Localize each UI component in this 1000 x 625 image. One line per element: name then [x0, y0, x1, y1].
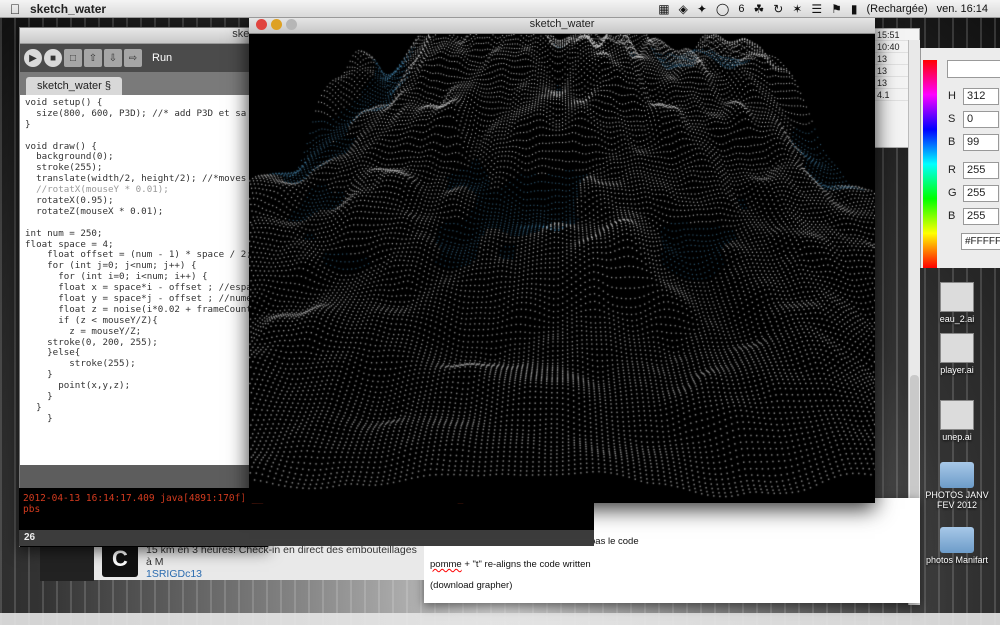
s-label: S	[948, 113, 956, 125]
open-file-icon[interactable]: ⇧	[84, 49, 102, 67]
line-number: 26	[19, 530, 594, 546]
ai-file-icon	[940, 282, 974, 312]
desktop-icon-file[interactable]: player.ai	[922, 333, 992, 375]
b-field[interactable]: 99	[963, 134, 999, 151]
editor-titlebar[interactable]: sketch	[20, 28, 268, 44]
menubar:  sketch_water ▦ ◈ ✦ ◯ 6 ☘ ↻ ✶ ☰ ⚑ ▮ (Re…	[0, 0, 1000, 18]
r-label: R	[948, 164, 956, 176]
sketch-window: sketch_water	[249, 15, 875, 503]
icon-label: eau_2.ai	[939, 314, 975, 324]
flag-icon[interactable]: ⚑	[831, 2, 842, 16]
blue-label: B	[948, 210, 956, 222]
code-line[interactable]: z = mouseY/Z;	[25, 326, 268, 338]
code-line[interactable]: }	[25, 402, 268, 414]
g-label: G	[948, 187, 957, 199]
close-icon[interactable]	[256, 19, 267, 30]
code-line[interactable]: point(x,y,z);	[25, 380, 268, 392]
tweet-text: 15 km en 3 heures! Check-in en direct de…	[146, 544, 424, 580]
folder-icon	[940, 527, 974, 553]
wifi-icon[interactable]: ☰	[811, 2, 822, 16]
icon-label: PHOTOS JANV FEV 2012	[925, 490, 989, 510]
code-line[interactable]: int num = 250;	[25, 228, 268, 240]
color-picker: H 312 S 0 B 99 R 255 G 255 B 255 #FFFFF	[920, 48, 1000, 268]
paw-icon[interactable]: ☘	[753, 2, 764, 16]
apple-icon[interactable]: 	[0, 1, 30, 17]
note-rest: + "t" re-aligns the code written	[461, 559, 591, 570]
hex-field[interactable]: #FFFFF	[961, 233, 1000, 250]
folder-icon	[940, 462, 974, 488]
blue-field[interactable]: 255	[963, 208, 999, 225]
desktop-icon-file[interactable]: eau_2.ai	[922, 282, 992, 324]
desktop-icon-folder[interactable]: photos Manifart	[922, 527, 992, 565]
tab-sketch-water[interactable]: sketch_water §	[26, 77, 122, 95]
editor-toolbar: ▶ ■ □ ⇧ ⇩ ⇨ Run	[20, 44, 268, 72]
h-field[interactable]: 312	[963, 88, 999, 105]
export-icon[interactable]: ⇨	[124, 49, 142, 67]
sketch-title: sketch_water	[529, 18, 595, 30]
color-spectrum[interactable]	[923, 60, 937, 268]
minimize-icon[interactable]	[271, 19, 282, 30]
stop-button[interactable]: ■	[44, 49, 62, 67]
color-swatch[interactable]	[947, 60, 1000, 78]
icon-label: unep.ai	[942, 432, 972, 442]
battery-status: (Rechargée)	[866, 2, 928, 15]
run-button[interactable]: ▶	[24, 49, 42, 67]
message-bar	[20, 465, 268, 489]
new-file-icon[interactable]: □	[64, 49, 82, 67]
code-line[interactable]: }	[25, 119, 268, 131]
editor-tabs: sketch_water §	[20, 72, 268, 95]
code-line[interactable]: rotateZ(mouseX * 0.01);	[25, 206, 268, 218]
g-field[interactable]: 255	[963, 185, 999, 202]
clock[interactable]: ven. 16:14	[937, 3, 988, 15]
save-file-icon[interactable]: ⇩	[104, 49, 122, 67]
run-label: Run	[152, 52, 173, 64]
terrain-point-cloud[interactable]	[249, 34, 875, 503]
icon-label: photos Manifart	[925, 555, 989, 565]
code-line[interactable]	[25, 131, 268, 142]
note-line-2: pomme + "t" re-aligns the code written	[430, 559, 591, 570]
code-line[interactable]: stroke(255);	[25, 358, 268, 370]
code-line[interactable]: }	[25, 391, 268, 403]
battery-icon[interactable]: ▮	[851, 2, 858, 16]
note-line-3: (download grapher)	[430, 580, 513, 591]
evernote-icon[interactable]: ◈	[679, 2, 688, 16]
icon-label: player.ai	[940, 365, 974, 375]
ai-file-icon	[940, 400, 974, 430]
dropbox-icon[interactable]: ▦	[658, 2, 669, 16]
b-label: B	[948, 136, 956, 148]
ai-file-icon	[940, 333, 974, 363]
console-line: pbs	[23, 504, 41, 515]
desktop-icon-folder[interactable]: PHOTOS JANV FEV 2012	[922, 462, 992, 510]
tweet-body: 15 km en 3 heures! Check-in en direct de…	[146, 544, 417, 568]
skype-icon[interactable]: ◯	[716, 2, 729, 16]
h-label: H	[948, 90, 956, 102]
bluetooth-icon[interactable]: ✶	[792, 2, 802, 16]
code-line[interactable]: size(800, 600, P3D); //* add P3D et sa s…	[25, 108, 268, 120]
desktop-icon-file[interactable]: unep.ai	[922, 400, 992, 442]
zoom-icon[interactable]	[286, 19, 297, 30]
note-word: pomme	[430, 559, 462, 570]
code-editor[interactable]: void setup() { size(800, 600, P3D); //* …	[20, 95, 268, 465]
code-line[interactable]: }	[25, 413, 268, 425]
app-name[interactable]: sketch_water	[30, 2, 106, 16]
twitter-icon[interactable]: ✦	[697, 2, 707, 16]
processing-editor-window: sketch ▶ ■ □ ⇧ ⇩ ⇨ Run sketch_water § vo…	[19, 27, 269, 547]
r-field[interactable]: 255	[963, 162, 999, 179]
badge-count: 6	[738, 2, 745, 15]
s-field[interactable]: 0	[963, 111, 999, 128]
sync-icon[interactable]: ↻	[773, 2, 783, 16]
tweet-link[interactable]: 1SRIGDc13	[146, 568, 424, 580]
